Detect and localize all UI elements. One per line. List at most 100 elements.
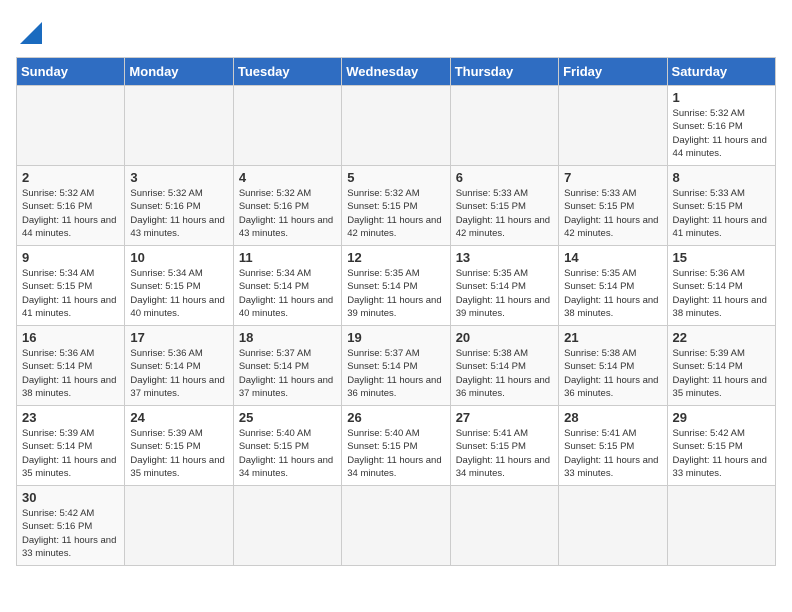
weekday-header-sunday: Sunday	[17, 58, 125, 86]
day-number: 21	[564, 330, 661, 345]
day-number: 17	[130, 330, 227, 345]
calendar-cell	[342, 486, 450, 566]
day-number: 24	[130, 410, 227, 425]
day-number: 1	[673, 90, 770, 105]
logo	[16, 16, 42, 49]
calendar-cell	[233, 486, 341, 566]
day-info: Sunrise: 5:36 AM Sunset: 5:14 PM Dayligh…	[673, 267, 770, 320]
day-info: Sunrise: 5:35 AM Sunset: 5:14 PM Dayligh…	[456, 267, 553, 320]
day-number: 12	[347, 250, 444, 265]
weekday-header-friday: Friday	[559, 58, 667, 86]
calendar-cell: 13 Sunrise: 5:35 AM Sunset: 5:14 PM Dayl…	[450, 246, 558, 326]
calendar-cell: 24 Sunrise: 5:39 AM Sunset: 5:15 PM Dayl…	[125, 406, 233, 486]
week-row-4: 16 Sunrise: 5:36 AM Sunset: 5:14 PM Dayl…	[17, 326, 776, 406]
calendar-cell	[125, 86, 233, 166]
day-number: 7	[564, 170, 661, 185]
calendar-cell: 18 Sunrise: 5:37 AM Sunset: 5:14 PM Dayl…	[233, 326, 341, 406]
day-info: Sunrise: 5:36 AM Sunset: 5:14 PM Dayligh…	[22, 347, 119, 400]
weekday-header-thursday: Thursday	[450, 58, 558, 86]
calendar-cell	[559, 86, 667, 166]
day-number: 6	[456, 170, 553, 185]
day-info: Sunrise: 5:35 AM Sunset: 5:14 PM Dayligh…	[347, 267, 444, 320]
week-row-6: 30 Sunrise: 5:42 AM Sunset: 5:16 PM Dayl…	[17, 486, 776, 566]
calendar-cell: 29 Sunrise: 5:42 AM Sunset: 5:15 PM Dayl…	[667, 406, 775, 486]
week-row-1: 1 Sunrise: 5:32 AM Sunset: 5:16 PM Dayli…	[17, 86, 776, 166]
day-info: Sunrise: 5:39 AM Sunset: 5:14 PM Dayligh…	[673, 347, 770, 400]
day-number: 11	[239, 250, 336, 265]
day-info: Sunrise: 5:42 AM Sunset: 5:15 PM Dayligh…	[673, 427, 770, 480]
day-number: 27	[456, 410, 553, 425]
day-info: Sunrise: 5:39 AM Sunset: 5:15 PM Dayligh…	[130, 427, 227, 480]
day-info: Sunrise: 5:35 AM Sunset: 5:14 PM Dayligh…	[564, 267, 661, 320]
weekday-header-row: SundayMondayTuesdayWednesdayThursdayFrid…	[17, 58, 776, 86]
day-info: Sunrise: 5:40 AM Sunset: 5:15 PM Dayligh…	[347, 427, 444, 480]
day-info: Sunrise: 5:33 AM Sunset: 5:15 PM Dayligh…	[564, 187, 661, 240]
weekday-header-saturday: Saturday	[667, 58, 775, 86]
day-number: 18	[239, 330, 336, 345]
calendar-table: SundayMondayTuesdayWednesdayThursdayFrid…	[16, 57, 776, 566]
calendar-cell: 15 Sunrise: 5:36 AM Sunset: 5:14 PM Dayl…	[667, 246, 775, 326]
calendar-cell: 16 Sunrise: 5:36 AM Sunset: 5:14 PM Dayl…	[17, 326, 125, 406]
calendar-cell: 7 Sunrise: 5:33 AM Sunset: 5:15 PM Dayli…	[559, 166, 667, 246]
day-info: Sunrise: 5:32 AM Sunset: 5:16 PM Dayligh…	[22, 187, 119, 240]
calendar-cell: 14 Sunrise: 5:35 AM Sunset: 5:14 PM Dayl…	[559, 246, 667, 326]
calendar-cell	[233, 86, 341, 166]
calendar-cell	[559, 486, 667, 566]
day-number: 3	[130, 170, 227, 185]
logo-icon	[20, 22, 42, 44]
calendar-cell: 26 Sunrise: 5:40 AM Sunset: 5:15 PM Dayl…	[342, 406, 450, 486]
day-number: 9	[22, 250, 119, 265]
day-info: Sunrise: 5:36 AM Sunset: 5:14 PM Dayligh…	[130, 347, 227, 400]
day-info: Sunrise: 5:33 AM Sunset: 5:15 PM Dayligh…	[673, 187, 770, 240]
day-number: 23	[22, 410, 119, 425]
day-info: Sunrise: 5:38 AM Sunset: 5:14 PM Dayligh…	[564, 347, 661, 400]
calendar-cell	[667, 486, 775, 566]
calendar-cell: 12 Sunrise: 5:35 AM Sunset: 5:14 PM Dayl…	[342, 246, 450, 326]
day-number: 22	[673, 330, 770, 345]
day-info: Sunrise: 5:40 AM Sunset: 5:15 PM Dayligh…	[239, 427, 336, 480]
calendar-cell: 25 Sunrise: 5:40 AM Sunset: 5:15 PM Dayl…	[233, 406, 341, 486]
day-number: 5	[347, 170, 444, 185]
weekday-header-tuesday: Tuesday	[233, 58, 341, 86]
week-row-3: 9 Sunrise: 5:34 AM Sunset: 5:15 PM Dayli…	[17, 246, 776, 326]
day-info: Sunrise: 5:34 AM Sunset: 5:15 PM Dayligh…	[22, 267, 119, 320]
day-number: 16	[22, 330, 119, 345]
calendar-cell: 8 Sunrise: 5:33 AM Sunset: 5:15 PM Dayli…	[667, 166, 775, 246]
day-number: 19	[347, 330, 444, 345]
day-info: Sunrise: 5:32 AM Sunset: 5:16 PM Dayligh…	[239, 187, 336, 240]
day-info: Sunrise: 5:38 AM Sunset: 5:14 PM Dayligh…	[456, 347, 553, 400]
calendar-cell: 19 Sunrise: 5:37 AM Sunset: 5:14 PM Dayl…	[342, 326, 450, 406]
weekday-header-monday: Monday	[125, 58, 233, 86]
calendar-cell: 4 Sunrise: 5:32 AM Sunset: 5:16 PM Dayli…	[233, 166, 341, 246]
day-number: 14	[564, 250, 661, 265]
day-number: 28	[564, 410, 661, 425]
calendar-cell: 22 Sunrise: 5:39 AM Sunset: 5:14 PM Dayl…	[667, 326, 775, 406]
day-number: 2	[22, 170, 119, 185]
day-number: 26	[347, 410, 444, 425]
calendar-cell: 10 Sunrise: 5:34 AM Sunset: 5:15 PM Dayl…	[125, 246, 233, 326]
calendar-cell	[125, 486, 233, 566]
calendar-cell: 28 Sunrise: 5:41 AM Sunset: 5:15 PM Dayl…	[559, 406, 667, 486]
calendar-cell: 21 Sunrise: 5:38 AM Sunset: 5:14 PM Dayl…	[559, 326, 667, 406]
calendar-cell: 20 Sunrise: 5:38 AM Sunset: 5:14 PM Dayl…	[450, 326, 558, 406]
day-number: 30	[22, 490, 119, 505]
calendar-cell: 9 Sunrise: 5:34 AM Sunset: 5:15 PM Dayli…	[17, 246, 125, 326]
day-number: 29	[673, 410, 770, 425]
day-info: Sunrise: 5:34 AM Sunset: 5:14 PM Dayligh…	[239, 267, 336, 320]
day-info: Sunrise: 5:39 AM Sunset: 5:14 PM Dayligh…	[22, 427, 119, 480]
day-number: 15	[673, 250, 770, 265]
calendar-cell	[342, 86, 450, 166]
calendar-cell: 23 Sunrise: 5:39 AM Sunset: 5:14 PM Dayl…	[17, 406, 125, 486]
calendar-cell: 5 Sunrise: 5:32 AM Sunset: 5:15 PM Dayli…	[342, 166, 450, 246]
day-info: Sunrise: 5:41 AM Sunset: 5:15 PM Dayligh…	[456, 427, 553, 480]
calendar-cell: 27 Sunrise: 5:41 AM Sunset: 5:15 PM Dayl…	[450, 406, 558, 486]
week-row-2: 2 Sunrise: 5:32 AM Sunset: 5:16 PM Dayli…	[17, 166, 776, 246]
day-number: 25	[239, 410, 336, 425]
day-info: Sunrise: 5:33 AM Sunset: 5:15 PM Dayligh…	[456, 187, 553, 240]
calendar-cell: 6 Sunrise: 5:33 AM Sunset: 5:15 PM Dayli…	[450, 166, 558, 246]
weekday-header-wednesday: Wednesday	[342, 58, 450, 86]
calendar-cell	[450, 86, 558, 166]
day-number: 4	[239, 170, 336, 185]
calendar-cell: 2 Sunrise: 5:32 AM Sunset: 5:16 PM Dayli…	[17, 166, 125, 246]
day-info: Sunrise: 5:42 AM Sunset: 5:16 PM Dayligh…	[22, 507, 119, 560]
